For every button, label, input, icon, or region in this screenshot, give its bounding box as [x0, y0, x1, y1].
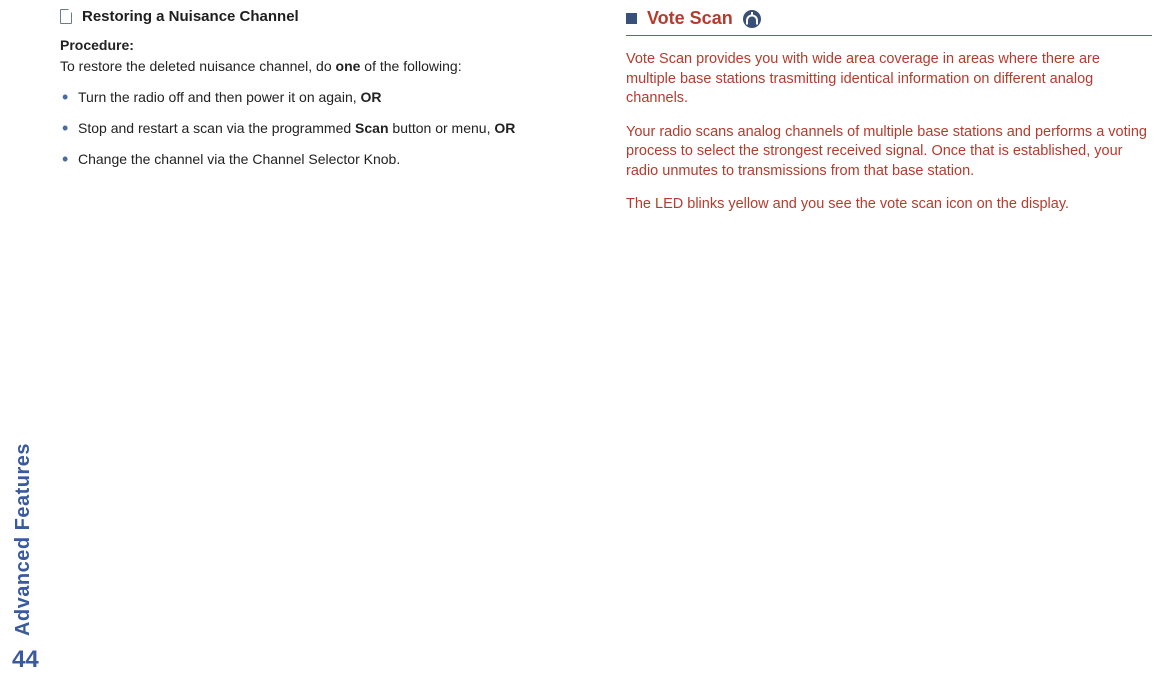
body-paragraph: Vote Scan provides you with wide area co…: [626, 50, 1152, 109]
list-item: Change the channel via the Channel Selec…: [60, 150, 586, 169]
document-icon: [60, 9, 72, 24]
content-columns: Restoring a Nuisance Channel Procedure: …: [60, 8, 1152, 229]
subsection-heading: Restoring a Nuisance Channel: [60, 8, 586, 25]
right-column: Vote Scan Vote Scan provides you with wi…: [626, 8, 1152, 229]
procedure-label: Procedure:: [60, 37, 586, 53]
bullet-text: Change the channel via the Channel Selec…: [78, 151, 400, 167]
bullet-bold: OR: [361, 89, 382, 105]
list-item: Stop and restart a scan via the programm…: [60, 119, 586, 138]
body-paragraph: Your radio scans analog channels of mult…: [626, 123, 1152, 182]
bullet-text: Turn the radio off and then power it on …: [78, 89, 361, 105]
intro-text-pre: To restore the deleted nuisance channel,…: [60, 58, 336, 74]
section-heading: Vote Scan: [626, 8, 1152, 36]
vote-scan-icon: [743, 10, 761, 28]
list-item: Turn the radio off and then power it on …: [60, 88, 586, 107]
procedure-bullets: Turn the radio off and then power it on …: [60, 88, 586, 169]
section-tab-label: Advanced Features: [12, 443, 35, 636]
document-page: Advanced Features 44 Restoring a Nuisanc…: [0, 0, 1172, 696]
page-number: 44: [12, 646, 39, 674]
bullet-bold: Scan: [355, 120, 388, 136]
bullet-bold-2: OR: [494, 120, 515, 136]
procedure-intro: To restore the deleted nuisance channel,…: [60, 57, 586, 76]
section-title: Vote Scan: [647, 8, 733, 29]
intro-text-bold: one: [336, 58, 361, 74]
left-column: Restoring a Nuisance Channel Procedure: …: [60, 8, 586, 229]
bullet-text-mid: button or menu,: [389, 120, 495, 136]
intro-text-post: of the following:: [360, 58, 461, 74]
sidebar: Advanced Features 44: [12, 443, 39, 674]
bullet-text: Stop and restart a scan via the programm…: [78, 120, 355, 136]
body-paragraph: The LED blinks yellow and you see the vo…: [626, 195, 1152, 215]
square-bullet-icon: [626, 13, 637, 24]
subsection-title: Restoring a Nuisance Channel: [82, 8, 299, 25]
